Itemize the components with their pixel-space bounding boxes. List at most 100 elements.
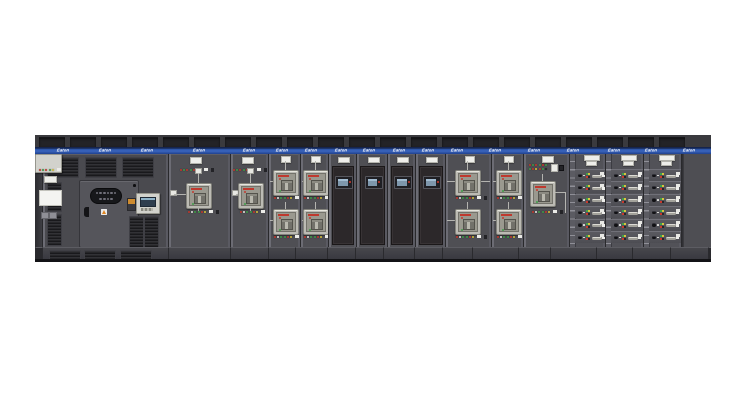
mcc-bucket [575,194,605,206]
section-mcc-2 [605,154,643,247]
hmi-screen [394,176,412,189]
bucket-label [600,234,605,237]
label-tag [295,235,299,238]
acb-breaker [455,170,481,196]
plinth-panel [596,247,632,259]
bucket-led [588,201,590,203]
bucket-white-dot [619,187,621,189]
plinth-panel [35,247,42,259]
bucket-knob [614,198,618,202]
bucket-led [622,238,624,240]
vent-plate [44,176,57,183]
roof-vent [380,137,406,147]
roof-vent [287,137,313,147]
bucket-led-cluster [660,223,666,229]
bucket-led [622,235,624,237]
acb-status-led-green [244,203,246,205]
mcc-bucket [649,194,681,206]
indicator-led [287,236,289,238]
bucket-led [662,210,664,212]
bucket-knob [614,174,618,178]
acb-red-label [278,214,289,217]
mimic-bus-line [174,194,186,195]
indicator-led [287,197,289,199]
brand-logo: Eaton [193,149,206,153]
bucket-knob [652,186,656,190]
mcc-bucket [611,181,643,193]
bucket-led [588,223,590,225]
acb-breaker [303,170,329,196]
bucket-led [588,226,590,228]
bucket-led [660,201,662,203]
bucket-led [662,213,664,215]
indicator-led [201,211,203,213]
bucket-handle [592,237,602,240]
mimic-bus-line [315,202,316,209]
acb-window [281,219,293,230]
acb-status-led-green [279,190,281,192]
bucket-white-dot [657,224,659,226]
bucket-led [624,213,626,215]
indicator-led [52,169,54,171]
indicator-led [290,236,292,238]
bucket-led [624,201,626,203]
bucket-white-dot [583,175,585,177]
bucket-led [660,173,662,175]
connector-pin [110,198,113,201]
indicator-led-row [456,235,487,239]
label-tag [257,168,261,171]
connector-pin [114,192,117,195]
roof-vent [256,137,282,147]
section-drive-4 [415,154,445,247]
indicator-led [243,211,245,213]
vent-louver [85,157,117,178]
bucket-knob [652,223,656,227]
acb-breaker [455,209,481,235]
mcc-bucket [575,219,605,231]
mcc-bucket [575,169,605,181]
acb-red-label [243,188,254,191]
indicator-led [500,197,502,199]
indicator-led [320,236,322,238]
brand-logo: Eaton [275,149,288,153]
brand-logo: Eaton [608,149,621,153]
indicator-led [307,236,309,238]
indicator-led [317,236,319,238]
bucket-handle [666,199,676,202]
bucket-handle [628,199,638,202]
section-drive-3 [387,154,415,247]
bucket-label [676,234,681,237]
bucket-knob [578,198,582,202]
meter-screen [140,197,156,207]
acb-window [194,193,206,204]
acb-red-label [278,175,289,178]
mimic-bus-line [315,161,316,170]
mcc-bucket [575,181,605,193]
bucket-led [622,223,624,225]
bucket-label [600,172,605,175]
indicator-led [459,197,461,199]
acb-window [504,180,516,191]
brand-logo: Eaton [683,149,696,153]
bucket-white-dot [619,237,621,239]
bucket-label [600,184,605,187]
acb-status-led-green [502,229,504,231]
bucket-led [622,176,624,178]
bucket-led [588,185,590,187]
indicator-led [256,211,258,213]
indicator-led [545,164,547,166]
indicator-led [500,236,502,238]
indicator-led [529,168,531,170]
bucket-led [588,176,590,178]
bucket-knob [578,186,582,190]
brand-logo: Eaton [392,149,405,153]
bucket-led [586,235,588,237]
roof-vent [132,137,158,147]
mcc-bucket [611,231,643,243]
bucket-led-cluster [660,210,666,216]
acb-red-label [460,214,471,217]
bucket-knob [578,174,582,178]
mimic-bus-line [447,220,455,221]
acb-status-led-red [502,217,504,219]
bucket-led [586,188,588,190]
